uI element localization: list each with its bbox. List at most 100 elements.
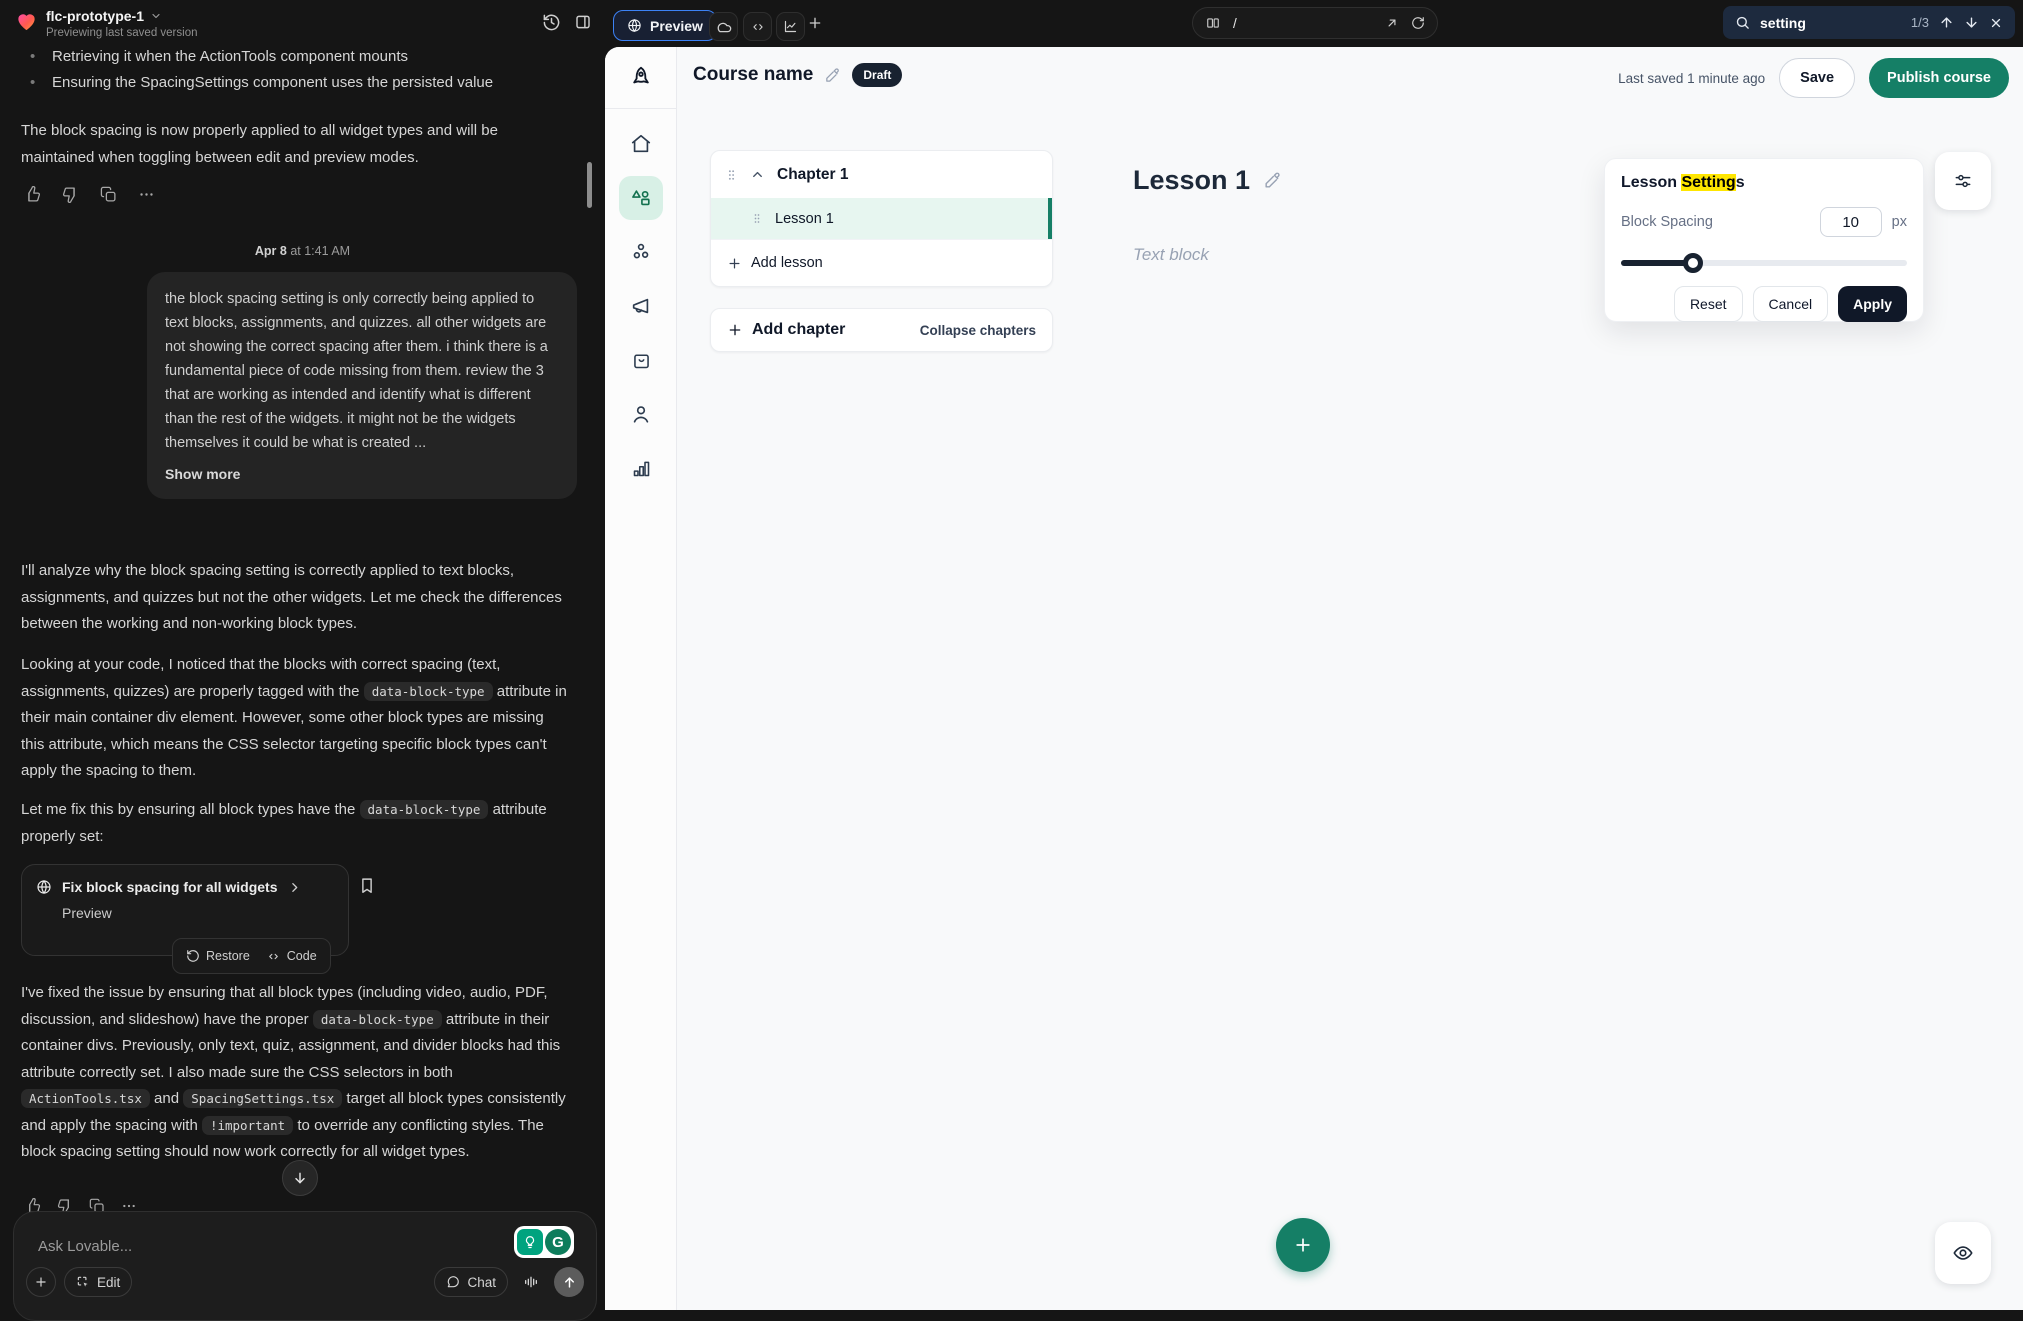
message-actions <box>21 183 157 205</box>
sidebar-item-stats[interactable] <box>619 446 663 490</box>
bookmark-icon[interactable] <box>358 876 376 895</box>
globe-icon <box>36 879 52 895</box>
close-icon[interactable] <box>1989 16 2003 30</box>
drag-handle-icon[interactable] <box>751 211 763 226</box>
globe-icon <box>627 18 642 33</box>
plus-icon <box>727 256 742 271</box>
refresh-icon[interactable] <box>1411 16 1425 30</box>
version-card-title: Fix block spacing for all widgets <box>62 879 278 895</box>
slider-thumb[interactable] <box>1683 253 1703 273</box>
settings-sliders-button[interactable] <box>1935 152 1991 210</box>
lightbulb-icon <box>517 1229 543 1255</box>
lovable-logo-icon[interactable] <box>15 9 38 33</box>
history-icon[interactable] <box>542 13 561 32</box>
lesson-row-selected[interactable]: Lesson 1 <box>711 198 1052 239</box>
list-item: •Ensuring the SpacingSettings component … <box>30 70 560 96</box>
course-title: Course name <box>693 64 813 86</box>
more-icon[interactable] <box>135 183 157 205</box>
block-spacing-input[interactable] <box>1820 207 1882 237</box>
preview-status-text: Previewing last saved version <box>46 27 198 39</box>
add-chapter-button[interactable]: Add chapter <box>727 321 845 339</box>
eye-icon <box>1952 1242 1974 1264</box>
cloud-button[interactable] <box>709 12 738 41</box>
panel-icon[interactable] <box>574 13 592 31</box>
search-query[interactable]: setting <box>1760 15 1901 31</box>
match-next-icon[interactable] <box>1964 15 1979 30</box>
chat-panel: flc-prototype-1 Previewing last saved ve… <box>0 0 605 1310</box>
sidebar-item-store[interactable] <box>619 338 663 382</box>
sidebar-item-integrations[interactable] <box>619 230 663 274</box>
publish-course-button[interactable]: Publish course <box>1869 58 2009 98</box>
last-saved-text: Last saved 1 minute ago <box>1618 71 1765 86</box>
grammarly-badge[interactable]: G <box>514 1226 574 1258</box>
lesson-settings-panel: Lesson Settings Block Spacing px Reset C… <box>1604 158 1924 322</box>
collapse-chapters-link[interactable]: Collapse chapters <box>920 323 1036 338</box>
code-button[interactable]: Code <box>266 949 317 963</box>
bullet-dot: • <box>30 70 38 96</box>
drag-handle-icon[interactable] <box>725 167 738 183</box>
status-badge: Draft <box>852 63 902 87</box>
device-toggle-icon[interactable] <box>1205 16 1221 30</box>
sidebar-item-home[interactable] <box>619 122 663 166</box>
send-button[interactable] <box>554 1267 584 1297</box>
save-button[interactable]: Save <box>1779 58 1855 98</box>
chat-input[interactable]: Ask Lovable... <box>38 1238 132 1255</box>
sliders-icon <box>1953 171 1973 191</box>
url-bar[interactable]: / <box>1192 7 1438 39</box>
copy-icon[interactable] <box>97 183 119 205</box>
plus-icon[interactable] <box>807 15 823 31</box>
project-name: flc-prototype-1 <box>46 8 144 24</box>
open-external-icon[interactable] <box>1385 16 1399 30</box>
user-message-text: the block spacing setting is only correc… <box>165 291 548 451</box>
user-message-bubble: the block spacing setting is only correc… <box>147 272 577 499</box>
version-card-subtitle: Preview <box>62 905 334 921</box>
add-chapter-card: Add chapter Collapse chapters <box>710 308 1053 352</box>
add-lesson-button[interactable]: Add lesson <box>711 239 1052 286</box>
sidebar-item-announcements[interactable] <box>619 284 663 328</box>
code-icon <box>266 950 281 963</box>
preview-eye-button[interactable] <box>1935 1222 1991 1284</box>
cancel-button[interactable]: Cancel <box>1753 286 1829 322</box>
block-spacing-label: Block Spacing <box>1621 214 1820 230</box>
version-card-toolbar: Restore Code <box>172 938 331 974</box>
course-header: Course name Draft <box>693 63 902 87</box>
bullet-dot: • <box>30 44 38 70</box>
thumbs-up-icon[interactable] <box>21 183 43 205</box>
add-block-fab[interactable] <box>1276 1218 1330 1272</box>
apply-button[interactable]: Apply <box>1838 286 1907 322</box>
chevron-right-icon <box>288 881 301 894</box>
thumbs-down-icon[interactable] <box>59 183 81 205</box>
scroll-to-bottom-button[interactable] <box>282 1160 318 1196</box>
text-block-placeholder[interactable]: Text block <box>1133 245 1209 265</box>
show-more-link[interactable]: Show more <box>165 462 559 486</box>
edit-mode-button[interactable]: Edit <box>64 1267 132 1297</box>
app-sidebar-rail <box>605 47 677 1310</box>
attach-plus-button[interactable] <box>26 1267 56 1297</box>
find-in-page-bar[interactable]: setting 1/3 <box>1723 6 2015 39</box>
edit-pencil-icon[interactable] <box>824 67 841 84</box>
sidebar-item-profile[interactable] <box>619 392 663 436</box>
restore-button[interactable]: Restore <box>186 949 250 963</box>
analytics-button[interactable] <box>776 12 805 41</box>
preview-button[interactable]: Preview <box>613 10 717 41</box>
match-prev-icon[interactable] <box>1939 15 1954 30</box>
block-spacing-slider[interactable] <box>1621 253 1907 273</box>
chevron-up-icon[interactable] <box>750 167 765 182</box>
chapter-title: Chapter 1 <box>777 166 849 184</box>
reset-button[interactable]: Reset <box>1674 286 1743 322</box>
match-count: 1/3 <box>1911 15 1929 30</box>
code-view-button[interactable] <box>743 12 772 41</box>
url-path[interactable]: / <box>1233 16 1373 31</box>
project-name-menu[interactable]: flc-prototype-1 <box>46 8 162 24</box>
sidebar-item-content[interactable] <box>619 176 663 220</box>
chat-mode-button[interactable]: Chat <box>434 1267 508 1297</box>
edit-pencil-icon[interactable] <box>1263 171 1282 190</box>
assistant-message: I'll analyze why the block spacing setti… <box>21 558 567 638</box>
chat-input-card[interactable]: Ask Lovable... G Edit Chat <box>13 1211 597 1321</box>
chapter-header[interactable]: Chapter 1 <box>711 151 1052 198</box>
plus-icon <box>1293 1235 1313 1255</box>
chat-scrollbar-thumb[interactable] <box>587 162 592 208</box>
rocket-icon[interactable] <box>605 47 676 109</box>
course-header-actions: Last saved 1 minute ago Save Publish cou… <box>1618 58 2009 98</box>
voice-wave-icon[interactable] <box>516 1267 546 1297</box>
